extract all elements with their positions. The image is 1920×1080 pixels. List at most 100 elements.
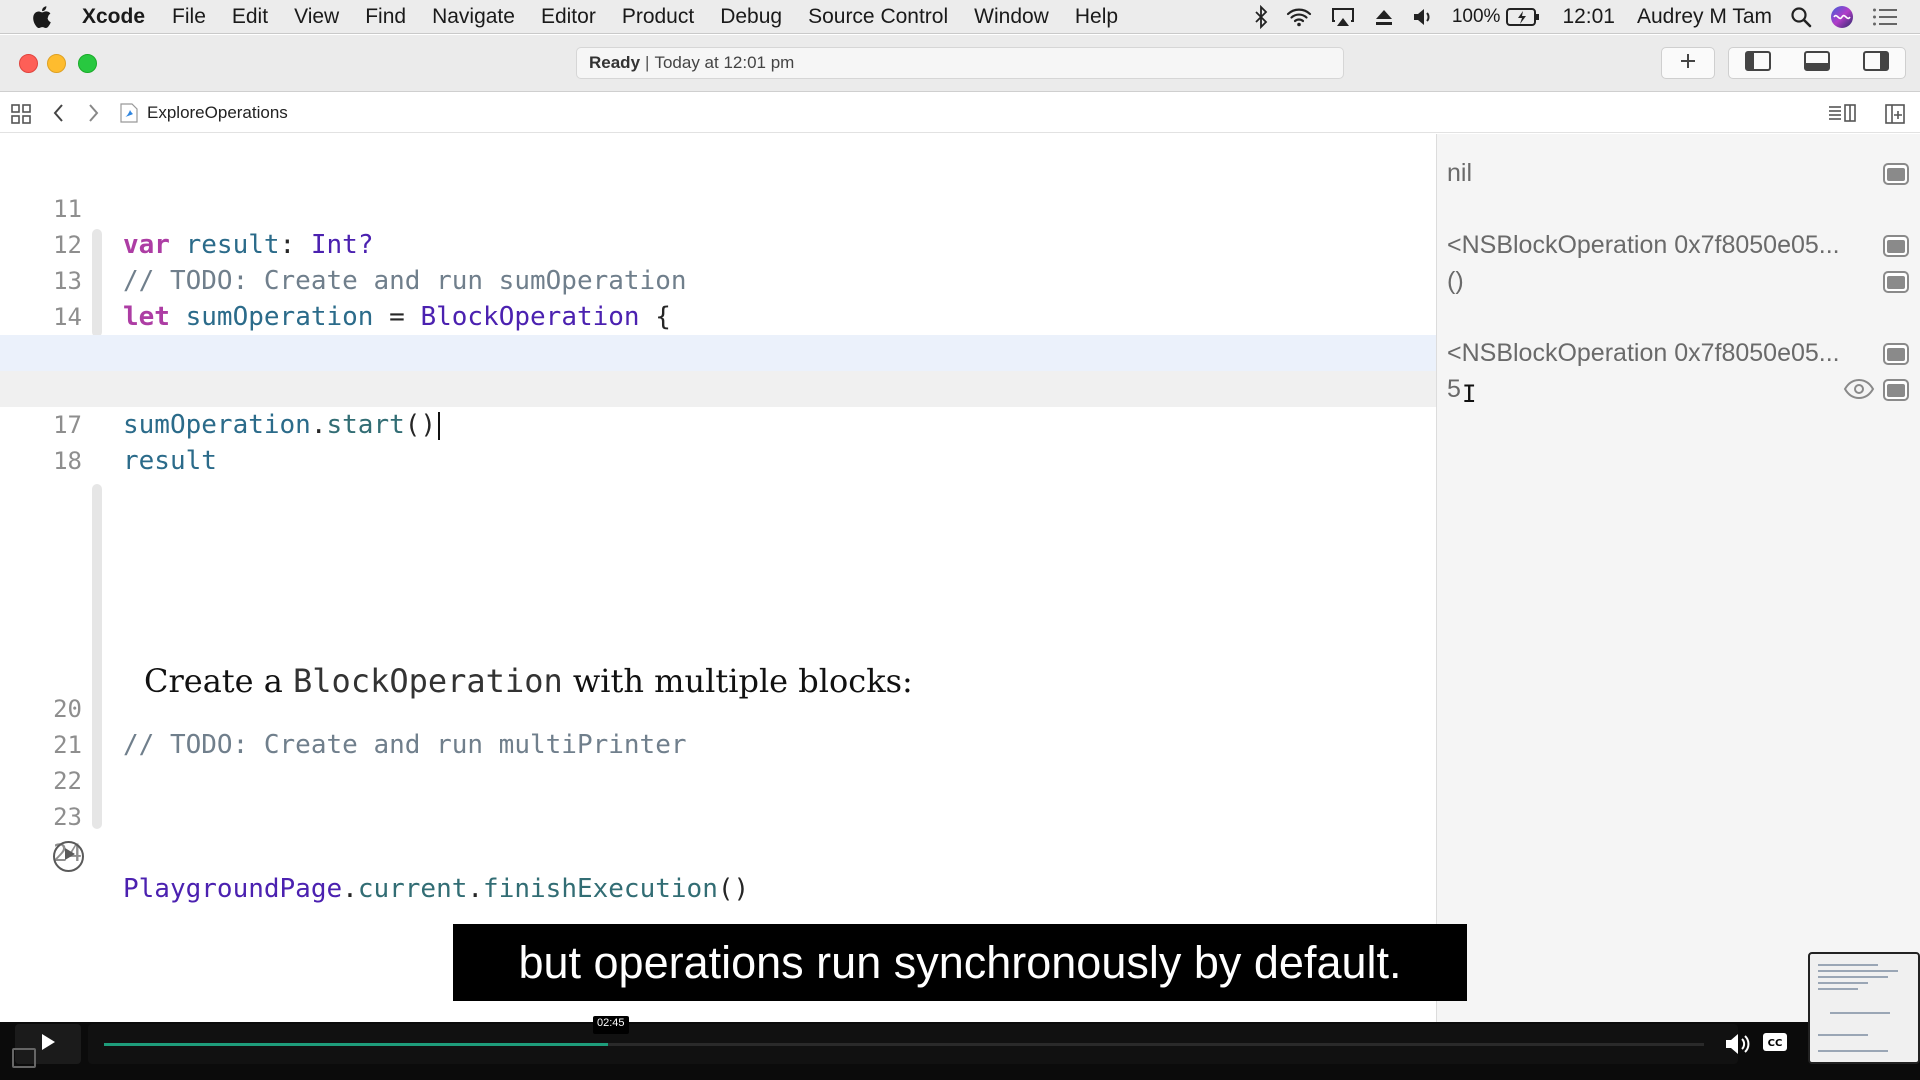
result-value: <NSBlockOperation 0x7f8050e05...	[1447, 339, 1840, 367]
notification-center-icon[interactable]	[1872, 7, 1898, 27]
code-text: PlaygroundPage.current.finishExecution()	[123, 871, 749, 907]
status-separator: |	[645, 53, 650, 72]
quick-look-button[interactable]	[1883, 163, 1909, 185]
minimize-window-button[interactable]	[47, 54, 66, 73]
line-number: 18	[53, 447, 82, 475]
siri-icon[interactable]	[1830, 5, 1854, 29]
video-progress-bar[interactable]: 02:45	[88, 1016, 1738, 1064]
navigator-toggle-icon[interactable]	[1745, 50, 1772, 76]
run-playground-button[interactable]	[53, 841, 84, 872]
menu-bar: Xcode File Edit View Find Navigate Edito…	[0, 0, 1920, 34]
menu-file[interactable]: File	[172, 5, 206, 29]
code-line[interactable]: 22	[0, 727, 1436, 795]
quick-look-eye-icon[interactable]	[1843, 377, 1875, 406]
zoom-window-button[interactable]	[78, 54, 97, 73]
menu-edit[interactable]: Edit	[232, 5, 268, 29]
xcode-screen: Xcode File Edit View Find Navigate Edito…	[0, 0, 1920, 1080]
result-value: ()	[1447, 267, 1464, 295]
code-line[interactable]: 23	[0, 763, 1436, 831]
spotlight-search-icon[interactable]	[1790, 6, 1812, 28]
inspector-toggle-icon[interactable]	[1862, 50, 1889, 76]
code-line[interactable]: 24 PlaygroundPage.current.finishExecutio…	[0, 799, 1436, 904]
volume-icon[interactable]	[1724, 1032, 1752, 1056]
library-button[interactable]	[1661, 47, 1715, 79]
debug-area-toggle-icon[interactable]	[1803, 50, 1830, 76]
code-line[interactable]: 15 }	[0, 299, 1436, 404]
type-name: PlaygroundPage	[123, 874, 343, 904]
panel-toggle-group	[1728, 47, 1906, 79]
quick-look-button[interactable]	[1883, 235, 1909, 257]
result-row[interactable]: ()	[1437, 263, 1920, 299]
code-line[interactable]: 13 let sumOperation = BlockOperation {	[0, 227, 1436, 332]
show-result-icon	[1887, 275, 1905, 289]
code-line[interactable]: 11 var result: Int?	[0, 155, 1436, 260]
punctuation: .	[467, 874, 484, 904]
i-beam-cursor-icon: I	[1462, 380, 1477, 408]
punctuation: ()	[717, 874, 750, 904]
related-items-grid-icon[interactable]	[10, 103, 32, 125]
result-value: nil	[1447, 159, 1473, 187]
breadcrumb-file[interactable]: ExploreOperations	[147, 103, 288, 123]
bluetooth-icon[interactable]	[1254, 5, 1268, 29]
battery-percent: 100%	[1451, 6, 1501, 27]
code-line[interactable]: 14 result = 2 + 3	[0, 263, 1436, 368]
code-line[interactable]: 20 // TODO: Create and run multiPrinter	[0, 655, 1436, 760]
code-line[interactable]: 12 // TODO: Create and run sumOperation	[0, 191, 1436, 296]
wifi-icon[interactable]	[1286, 7, 1312, 27]
menu-navigate[interactable]: Navigate	[432, 5, 515, 29]
quick-look-button[interactable]	[1883, 271, 1909, 293]
video-player-controls: 02:45 CC	[0, 1016, 1920, 1080]
code-line[interactable]: 21	[0, 691, 1436, 759]
add-editor-icon[interactable]	[1884, 103, 1906, 125]
window-toolbar: Ready | Today at 12:01 pm	[0, 35, 1920, 92]
eject-icon[interactable]	[1374, 7, 1394, 27]
result-row[interactable]: <NSBlockOperation 0x7f8050e05...	[1437, 227, 1920, 263]
current-code-line[interactable]: 16 sumOperation.start()	[0, 335, 1436, 440]
video-subtitle: but operations run synchronously by defa…	[453, 924, 1467, 1001]
quick-look-button[interactable]	[1883, 343, 1909, 365]
forward-chevron-icon[interactable]	[86, 103, 100, 123]
close-window-button[interactable]	[19, 54, 38, 73]
video-preview-thumbnail[interactable]	[1808, 952, 1920, 1064]
property-name: current	[357, 874, 468, 904]
playhead-time: 02:45	[593, 1016, 629, 1034]
battery-icon[interactable]	[1506, 8, 1540, 26]
show-result-icon	[1887, 347, 1905, 361]
back-chevron-icon[interactable]	[52, 103, 66, 123]
code-line[interactable]: 17 result	[0, 371, 1436, 476]
adjust-editor-options-icon[interactable]	[1827, 103, 1857, 123]
plus-icon	[1679, 52, 1697, 75]
result-row[interactable]: nil	[1437, 155, 1920, 191]
menu-view[interactable]: View	[294, 5, 339, 29]
menu-find[interactable]: Find	[365, 5, 406, 29]
user-name[interactable]: Audrey M Tam	[1637, 5, 1772, 29]
activity-viewer: Ready | Today at 12:01 pm	[576, 47, 1344, 79]
picture-in-picture-icon[interactable]	[12, 1048, 36, 1068]
clock[interactable]: 12:01	[1562, 5, 1615, 29]
result-row[interactable]: 5	[1437, 371, 1920, 407]
jump-bar: ExploreOperations	[0, 93, 1920, 133]
status-time: Today at 12:01 pm	[654, 53, 795, 72]
result-row[interactable]: <NSBlockOperation 0x7f8050e05...	[1437, 335, 1920, 371]
menu-window[interactable]: Window	[974, 5, 1049, 29]
show-result-icon	[1887, 167, 1905, 181]
menu-help[interactable]: Help	[1075, 5, 1118, 29]
quick-look-button[interactable]	[1883, 379, 1909, 401]
menu-product[interactable]: Product	[622, 5, 694, 29]
show-result-icon	[1887, 239, 1905, 253]
menu-editor[interactable]: Editor	[541, 5, 596, 29]
progress-played	[104, 1043, 608, 1046]
playground-file-icon	[120, 103, 138, 123]
closed-captions-icon[interactable]: CC	[1762, 1032, 1788, 1052]
menu-debug[interactable]: Debug	[720, 5, 782, 29]
volume-icon[interactable]	[1412, 7, 1434, 27]
status-area: 100% 12:01 Audrey M Tam	[1236, 0, 1920, 34]
code-line[interactable]: 18	[0, 407, 1436, 475]
menu-app-xcode[interactable]: Xcode	[82, 5, 145, 29]
play-icon	[62, 846, 76, 867]
apple-icon[interactable]	[30, 4, 60, 30]
breadcrumb[interactable]: ExploreOperations	[120, 103, 288, 123]
menu-source-control[interactable]: Source Control	[808, 5, 948, 29]
airplay-icon[interactable]	[1330, 6, 1356, 28]
punctuation: .	[342, 874, 358, 904]
